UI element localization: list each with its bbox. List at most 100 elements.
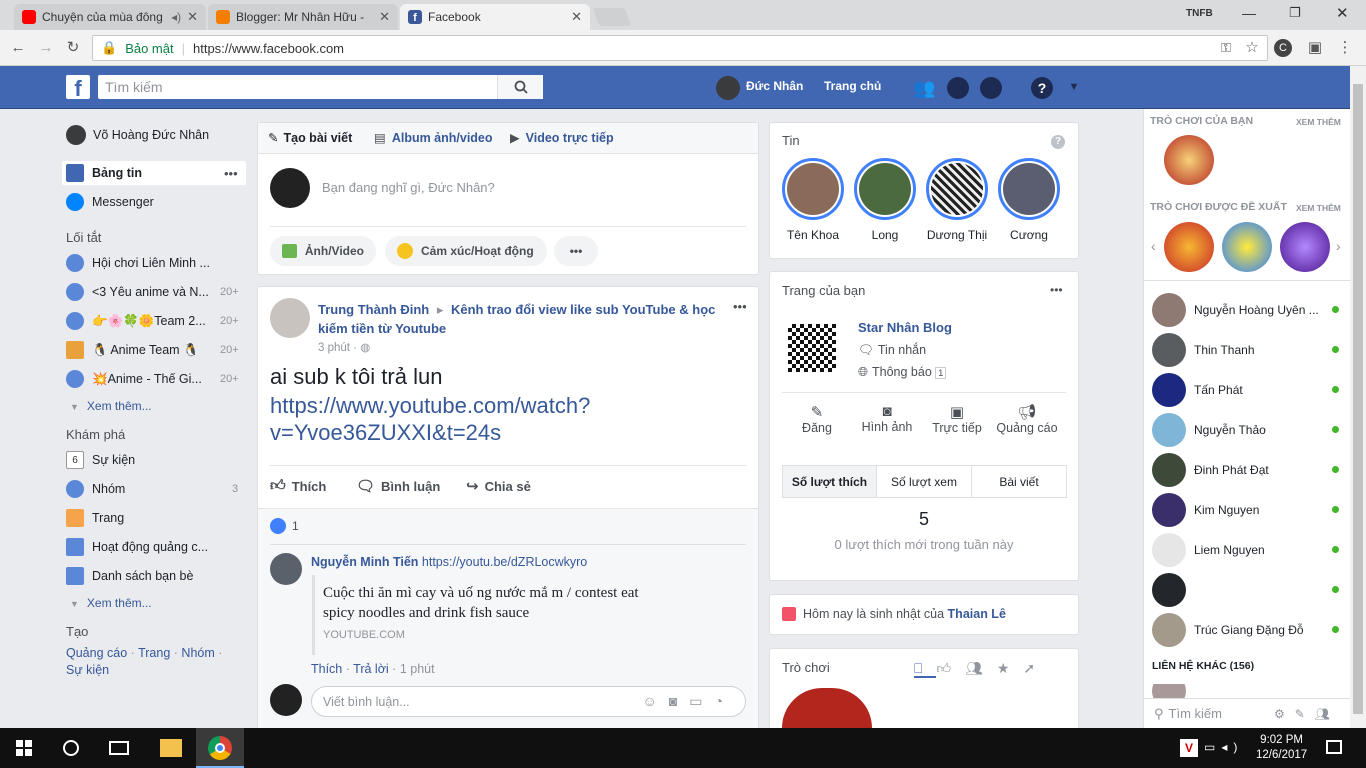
- game-icon[interactable]: [1164, 135, 1214, 185]
- file-explorer-icon[interactable]: [160, 739, 182, 757]
- address-bar[interactable]: 🔒 Bảo mật | https://www.facebook.com: [92, 35, 1268, 61]
- comment-like-link[interactable]: Thích: [311, 662, 342, 676]
- composer-more-button[interactable]: •••: [554, 236, 598, 266]
- sidebar-item-shortcut[interactable]: 💥Anime - Thế Gi... 20+: [66, 370, 239, 388]
- reload-icon[interactable]: ↻: [63, 38, 83, 58]
- comment-button[interactable]: 🗨︎ Bình luận: [356, 477, 440, 495]
- chevron-right-icon[interactable]: ›: [1336, 238, 1341, 254]
- action-center-icon[interactable]: [1326, 740, 1342, 754]
- compose-icon[interactable]: ✎: [1295, 707, 1315, 721]
- page-post-action[interactable]: ✎ Đăng: [790, 403, 844, 435]
- chat-contact[interactable]: Liem Nguyen: [1152, 533, 1339, 567]
- close-window-icon[interactable]: ✕: [1336, 4, 1349, 22]
- close-tab-icon[interactable]: ✕: [379, 9, 390, 25]
- tab-photo-album[interactable]: ▤ Album ảnh/video: [374, 130, 493, 146]
- reaction-count[interactable]: 1: [270, 518, 299, 534]
- post-author-link[interactable]: Trung Thành Đinh: [318, 302, 429, 317]
- post-link[interactable]: https://www.youtube.com/watch? v=Yvoe36ZU…: [270, 392, 590, 446]
- star-badge-icon[interactable]: ★: [997, 660, 1024, 676]
- trend-icon[interactable]: ➚: [1023, 660, 1049, 676]
- page-live-action[interactable]: ▣ Trực tiếp: [926, 403, 988, 435]
- link-preview[interactable]: Cuộc thi ăn mì cay và uố ng nước mắ m / …: [312, 575, 732, 655]
- sidebar-item-pages[interactable]: Trang: [66, 509, 124, 527]
- gear-icon[interactable]: ⚙: [1274, 707, 1295, 721]
- system-tray-icons[interactable]: ▭◂): [1204, 740, 1243, 754]
- create-page-link[interactable]: Trang: [138, 646, 170, 660]
- home-link[interactable]: Trang chủ: [824, 79, 881, 93]
- feeling-activity-button[interactable]: Cảm xúc/Hoạt động: [385, 236, 547, 266]
- star-icon[interactable]: ☆: [1242, 38, 1262, 58]
- sticker-icon[interactable]: ◔: [715, 693, 735, 709]
- sidebar-item-friend-lists[interactable]: Danh sách bạn bè: [66, 567, 193, 585]
- sidebar-item-shortcut[interactable]: 👉🌸🍀🌼Team 2... 20+: [66, 312, 239, 330]
- comment-author-link[interactable]: Nguyễn Minh Tiến: [311, 555, 418, 569]
- more-options-icon[interactable]: •••: [224, 166, 238, 181]
- emoji-icon[interactable]: ☺: [643, 693, 669, 709]
- tab-views[interactable]: Số lượt xem: [876, 465, 972, 498]
- bookmark-icon[interactable]: ⎕: [914, 660, 937, 678]
- help-icon[interactable]: ?: [1031, 77, 1053, 99]
- page-name-link[interactable]: Star Nhân Blog: [858, 320, 952, 335]
- chat-contact[interactable]: Kim Nguyen: [1152, 493, 1339, 527]
- game-icon-double-luck[interactable]: [1164, 222, 1214, 272]
- story-ten-khoa[interactable]: [782, 158, 844, 220]
- sidebar-item-messenger[interactable]: Messenger: [66, 193, 154, 211]
- chevron-left-icon[interactable]: ‹: [1151, 238, 1156, 254]
- post-time[interactable]: 3 phút · ◍: [318, 340, 370, 354]
- sidebar-item-groups[interactable]: Nhóm 3: [66, 480, 238, 498]
- key-icon[interactable]: ⚿: [1216, 38, 1236, 58]
- camera-icon[interactable]: ◙: [669, 693, 689, 709]
- close-tab-icon[interactable]: ✕: [187, 9, 198, 25]
- game-icon-double-bingo[interactable]: [1222, 222, 1272, 272]
- explore-see-more-link[interactable]: ▼ Xem thêm...: [70, 596, 152, 610]
- game-icon-2017[interactable]: [1280, 222, 1330, 272]
- chevron-down-icon[interactable]: ▼: [1063, 81, 1085, 101]
- more-options-icon[interactable]: •••: [1050, 283, 1063, 297]
- task-view-icon[interactable]: [109, 741, 129, 755]
- post-options-icon[interactable]: •••: [733, 299, 747, 314]
- profile-badge[interactable]: TNFB: [1186, 8, 1213, 19]
- search-input[interactable]: Tìm kiếm: [98, 75, 543, 99]
- chat-contact[interactable]: Trúc Giang Đặng Đỗ: [1152, 613, 1339, 647]
- page-scrollbar[interactable]: [1350, 66, 1366, 728]
- avatar[interactable]: [716, 76, 740, 100]
- suggested-games-see-more-link[interactable]: XEM THÊM: [1296, 203, 1341, 213]
- new-tab-button[interactable]: [592, 8, 632, 26]
- chat-contact[interactable]: Nguyễn Thảo: [1152, 413, 1339, 447]
- chat-contact[interactable]: [1152, 684, 1194, 698]
- messenger-icon[interactable]: [947, 77, 969, 99]
- sidebar-item-shortcut[interactable]: <3 Yêu anime và N... 20+: [66, 283, 239, 301]
- story-duong-thi[interactable]: [926, 158, 988, 220]
- shortcuts-see-more-link[interactable]: ▼ Xem thêm...: [70, 399, 152, 413]
- tab-likes[interactable]: Số lượt thích: [782, 465, 877, 498]
- page-notifications-link[interactable]: 🌐︎ Thông báo 1: [858, 365, 947, 380]
- avatar[interactable]: [270, 553, 302, 585]
- page-photo-action[interactable]: ◙ Hình ảnh: [856, 403, 918, 434]
- notifications-globe-icon[interactable]: [980, 77, 1002, 99]
- composer-input[interactable]: Bạn đang nghĩ gì, Đức Nhân?: [322, 180, 495, 195]
- like-button[interactable]: 👍︎ Thích: [270, 477, 326, 495]
- avatar[interactable]: [270, 298, 310, 338]
- minimize-icon[interactable]: —: [1242, 5, 1256, 21]
- cortana-icon[interactable]: [63, 740, 79, 756]
- tab-live-video[interactable]: ▶ Video trực tiếp: [510, 130, 614, 146]
- help-icon[interactable]: ?: [1051, 135, 1065, 149]
- tab-facebook[interactable]: f Facebook ✕: [400, 4, 590, 30]
- birthday-reminder[interactable]: Hôm nay là sinh nhật của Thaian Lê: [782, 607, 1006, 621]
- thumbs-up-icon[interactable]: 👍︎: [936, 660, 965, 676]
- profile-nav-item[interactable]: Võ Hoàng Đức Nhân: [66, 125, 209, 145]
- comment-link[interactable]: https://youtu.be/dZRLocwkyro: [422, 555, 587, 569]
- story-long[interactable]: [854, 158, 916, 220]
- gif-icon[interactable]: ▭: [689, 693, 714, 709]
- sidebar-item-ads-activity[interactable]: Hoạt động quảng c...: [66, 538, 208, 556]
- extension-badge-icon[interactable]: ▣: [1305, 38, 1325, 58]
- sidebar-item-events[interactable]: 6 Sự kiện: [66, 451, 135, 469]
- chat-contact[interactable]: Đinh Phát Đạt: [1152, 453, 1339, 487]
- chat-contact[interactable]: Nguyễn Hoàng Uyên ...: [1152, 293, 1339, 327]
- sidebar-item-shortcut[interactable]: Hội chơi Liên Minh ...: [66, 254, 210, 272]
- forward-icon[interactable]: →: [36, 38, 56, 58]
- share-button[interactable]: ↪ Chia sẻ: [466, 477, 531, 495]
- chat-contact[interactable]: Thin Thanh: [1152, 333, 1339, 367]
- tab-youtube[interactable]: Chuyện của mùa đông ◂) ✕: [14, 4, 206, 30]
- sidebar-item-shortcut[interactable]: 🐧 Anime Team 🐧 20+: [66, 341, 239, 359]
